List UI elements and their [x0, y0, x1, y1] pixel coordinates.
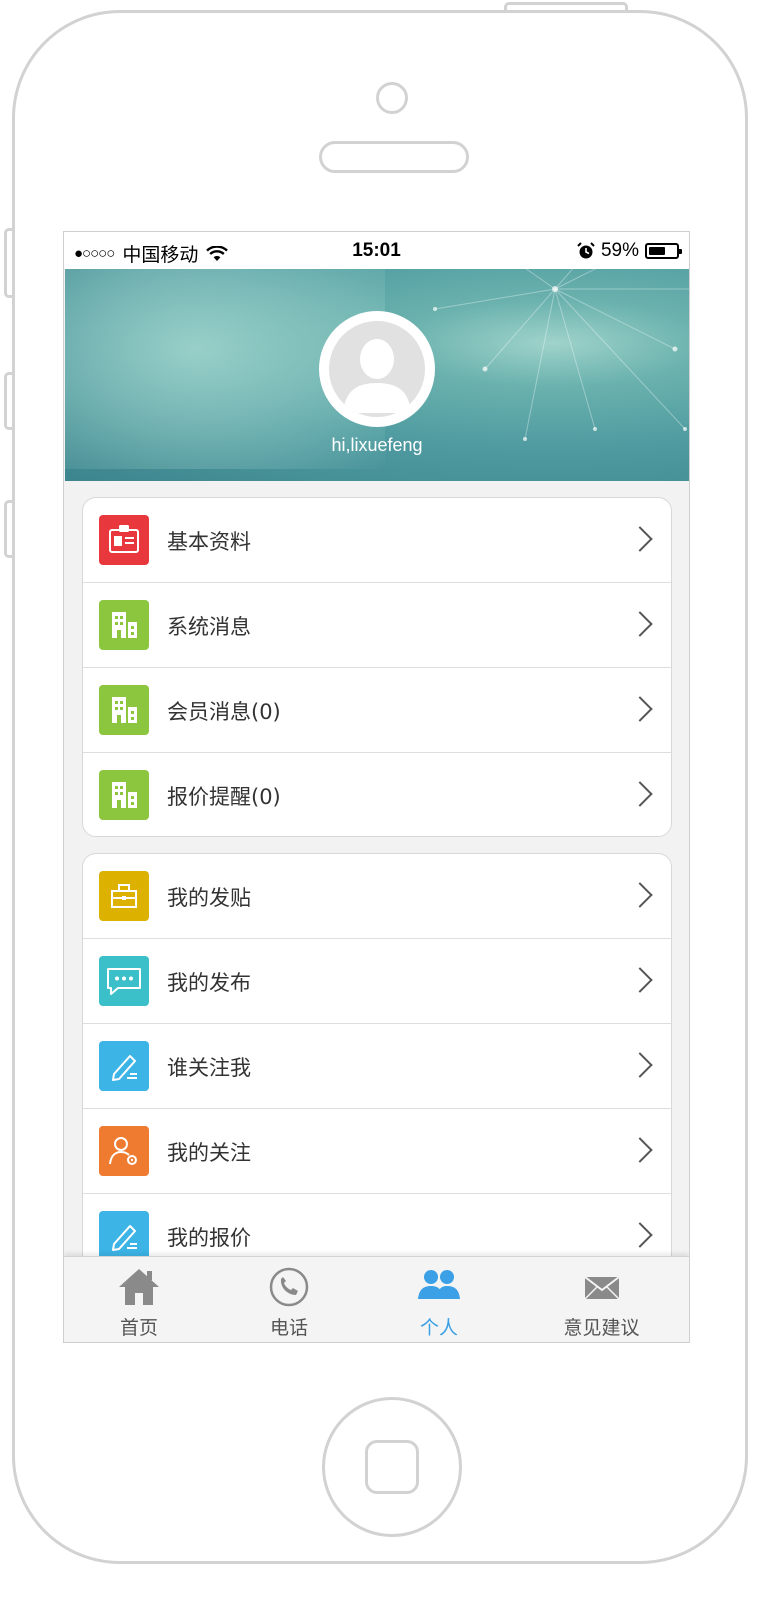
chat-bubble-icon [99, 956, 149, 1006]
bottom-tab-bar: 首页 电话 个人 意见建议 [64, 1256, 689, 1342]
menu-item-label: 我的关注 [167, 1141, 251, 1165]
building-icon [99, 770, 149, 820]
menu-item-label: 基本资料 [167, 530, 251, 554]
pencil-icon [99, 1041, 149, 1091]
pencil-icon [99, 1211, 149, 1261]
tab-label: 个人 [419, 1317, 458, 1339]
alarm-icon [577, 242, 595, 259]
menu-item-who-follows-me[interactable]: 谁关注我 [83, 1024, 671, 1109]
menu-item-label: 我的报价 [167, 1226, 251, 1250]
chevron-right-icon [627, 967, 653, 993]
chevron-right-icon [627, 882, 653, 908]
front-camera [376, 82, 408, 114]
chevron-right-icon [627, 696, 653, 722]
status-bar: ●○○○○ 中国移动 15:01 59% [64, 232, 689, 269]
building-icon [99, 600, 149, 650]
menu-item-label: 系统消息 [167, 615, 251, 639]
tab-feedback[interactable]: 意见建议 [514, 1257, 689, 1342]
menu-item-my-publications[interactable]: 我的发布 [83, 939, 671, 1024]
default-user-icon [343, 339, 411, 413]
menu-group-activity: 我的发贴 我的发布 谁关注我 我的关注 我的报价 [82, 853, 672, 1273]
username-greeting: hi,lixuefeng [331, 435, 423, 455]
tab-label: 首页 [119, 1317, 158, 1339]
chevron-right-icon [627, 611, 653, 637]
id-card-icon [99, 515, 149, 565]
menu-item-my-following[interactable]: 我的关注 [83, 1109, 671, 1194]
phone-icon [269, 1267, 309, 1307]
menu-item-basic-info[interactable]: 基本资料 [83, 498, 671, 583]
menu-item-system-messages[interactable]: 系统消息 [83, 583, 671, 668]
building-icon [99, 685, 149, 735]
menu-item-my-posts[interactable]: 我的发贴 [83, 854, 671, 939]
menu-item-label: 会员消息(0) [167, 700, 281, 724]
chevron-right-icon [627, 781, 653, 807]
menu-item-label: 我的发贴 [167, 886, 251, 910]
chevron-right-icon [627, 1052, 653, 1078]
earpiece-speaker [319, 141, 469, 173]
chevron-right-icon [627, 1137, 653, 1163]
menu-item-label: 报价提醒(0) [167, 785, 281, 809]
home-button[interactable] [322, 1397, 462, 1537]
home-icon [119, 1269, 159, 1305]
users-icon [418, 1270, 460, 1299]
mail-icon [583, 1276, 620, 1300]
menu-item-label: 谁关注我 [167, 1056, 251, 1080]
menu-item-quote-reminders[interactable]: 报价提醒(0) [83, 753, 671, 836]
profile-header: hi,lixuefeng [65, 269, 689, 481]
tab-home[interactable]: 首页 [64, 1257, 214, 1342]
chevron-right-icon [627, 526, 653, 552]
menu-item-member-messages[interactable]: 会员消息(0) [83, 668, 671, 753]
user-settings-icon [99, 1126, 149, 1176]
tab-profile[interactable]: 个人 [364, 1257, 514, 1342]
phone-screen: ●○○○○ 中国移动 15:01 59% hi,lixuefeng 基本资料 系… [63, 231, 690, 1343]
tab-label: 电话 [269, 1317, 308, 1339]
briefcase-icon [99, 871, 149, 921]
menu-item-label: 我的发布 [167, 971, 251, 995]
user-avatar[interactable] [319, 311, 435, 427]
battery-icon [645, 243, 682, 259]
tab-phone[interactable]: 电话 [214, 1257, 364, 1342]
battery-percent: 59% [600, 240, 639, 261]
menu-group-messages: 基本资料 系统消息 会员消息(0) 报价提醒(0) [82, 497, 672, 837]
chevron-right-icon [627, 1222, 653, 1248]
tab-label: 意见建议 [563, 1317, 640, 1339]
